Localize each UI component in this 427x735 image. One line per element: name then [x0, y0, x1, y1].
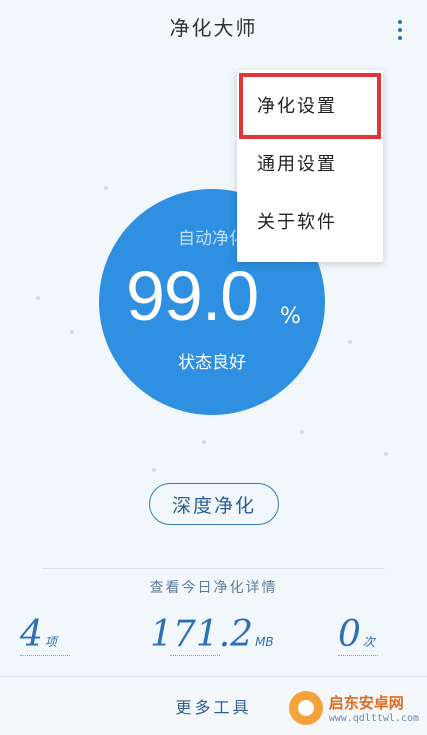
decorative-dot [202, 440, 206, 444]
divider [42, 568, 385, 569]
stat-items: 4项 [20, 614, 70, 670]
watermark-logo-icon [288, 691, 323, 725]
stat-caption-line [170, 655, 220, 660]
app-header: 净化大师 [0, 0, 427, 56]
more-vertical-icon[interactable] [393, 16, 407, 44]
app-title: 净化大师 [169, 16, 258, 40]
gauge-status: 状态良好 [178, 353, 246, 373]
menu-item-about[interactable]: 关于软件 [237, 192, 383, 250]
view-details-link[interactable]: 查看今日净化详情 [0, 577, 427, 597]
watermark-name: 启东安卓网 [328, 694, 404, 712]
stat-caption-line [338, 655, 378, 660]
watermark: 启东安卓网 www.qdlttwl.com [288, 688, 419, 728]
gauge-unit: % [280, 304, 301, 329]
decorative-dot [348, 340, 352, 344]
stat-value: 4 [20, 614, 43, 655]
gauge-value: 99.0 [126, 257, 259, 335]
stat-value: 171.2 [150, 614, 254, 655]
stat-unit: MB [255, 635, 274, 649]
stat-count: 0次 [338, 614, 378, 670]
stat-size: 171.2 MB [150, 614, 274, 670]
menu-item-clean-settings[interactable]: 净化设置 [237, 76, 383, 134]
stat-value: 0 [338, 614, 361, 655]
stat-unit: 项 [44, 635, 57, 649]
decorative-dot [300, 430, 304, 434]
stat-caption-line [20, 655, 70, 660]
decorative-dot [36, 296, 40, 300]
overflow-menu: 净化设置 通用设置 关于软件 [237, 70, 383, 262]
decorative-dot [104, 186, 108, 190]
stat-unit: 次 [362, 635, 375, 649]
deep-clean-button[interactable]: 深度净化 [149, 483, 279, 525]
watermark-url: www.qdlttwl.com [328, 713, 419, 724]
menu-item-general-settings[interactable]: 通用设置 [237, 134, 383, 192]
decorative-dot [152, 468, 156, 472]
decorative-dot [70, 330, 74, 334]
decorative-dot [384, 452, 388, 456]
